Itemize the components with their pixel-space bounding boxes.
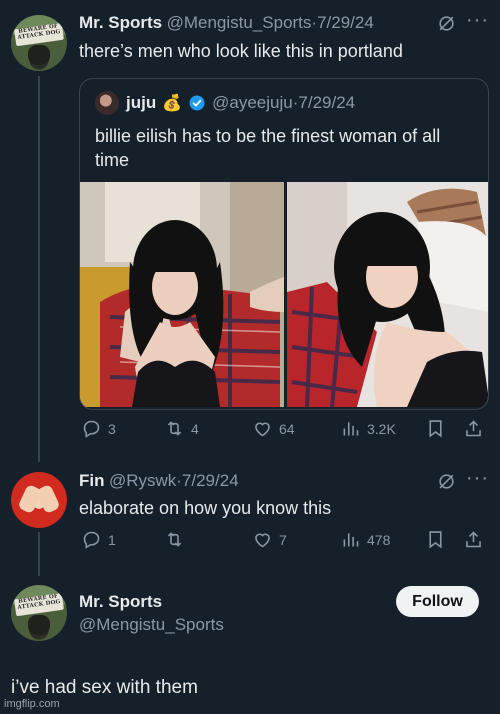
hand-shape — [35, 483, 61, 515]
dog-silhouette — [28, 615, 50, 635]
repost-button[interactable] — [164, 529, 191, 550]
quote-photo-2[interactable] — [287, 182, 488, 407]
quote-text-line2: time — [95, 150, 130, 170]
share-button[interactable] — [463, 418, 484, 439]
more-icon[interactable]: ··· — [466, 9, 489, 32]
grok-icon[interactable] — [437, 472, 456, 491]
verified-badge-icon — [189, 95, 205, 111]
repost-icon — [167, 421, 182, 436]
quoted-tweet[interactable]: juju 💰 @ayeejuju·7/29/24 billie eilish h… — [79, 78, 489, 410]
analytics-icon — [343, 533, 359, 547]
reply-count: 3 — [108, 420, 116, 437]
quote-text-line1: billie eilish has to be the finest woman… — [95, 126, 441, 146]
bookmark-icon — [429, 420, 442, 438]
reply-icon — [83, 420, 100, 438]
more-icon[interactable]: ··· — [466, 467, 489, 490]
view-count: 478 — [367, 531, 391, 548]
follow-button[interactable]: Follow — [396, 586, 479, 617]
tweet-text: there’s men who look like this in portla… — [79, 41, 403, 61]
watermark: imgflip.com — [4, 698, 60, 710]
dog-silhouette — [28, 45, 50, 65]
thread-line — [38, 532, 40, 576]
display-name: juju — [126, 93, 157, 112]
user-handle[interactable]: @Ryswk — [109, 471, 176, 490]
like-button[interactable]: 7 — [252, 529, 287, 550]
like-button[interactable]: 64 — [252, 418, 295, 439]
bookmark-icon — [429, 531, 442, 549]
user-handle[interactable]: @Mengistu_Sports — [79, 615, 224, 635]
user-handle[interactable]: @Mengistu_Sports — [167, 13, 312, 32]
bookmark-button[interactable] — [425, 418, 446, 439]
share-icon — [466, 420, 481, 437]
reply-count: 1 — [108, 531, 116, 548]
display-name[interactable]: Mr. Sports — [79, 592, 162, 612]
heart-icon — [255, 533, 270, 548]
beware-sign: BEWARE OF ATTACK DOG — [14, 22, 64, 47]
tweet-date: ·7/29/24 — [292, 93, 356, 112]
quote-photo-1[interactable] — [80, 182, 284, 407]
beware-sign: BEWARE OF ATTACK DOG — [14, 592, 64, 617]
heart-icon — [255, 422, 270, 437]
tweet-text: elaborate on how you know this — [79, 498, 332, 518]
views-button[interactable]: 3.2K — [340, 418, 396, 439]
avatar[interactable]: BEWARE OF ATTACK DOG — [11, 585, 67, 641]
tweet-header: Fin @Ryswk·7/29/24 — [79, 471, 239, 491]
share-button[interactable] — [463, 529, 484, 550]
repost-icon — [167, 532, 182, 547]
tweet-text: i’ve had sex with them — [11, 677, 198, 698]
reply-icon — [83, 531, 100, 549]
display-name[interactable]: Fin — [79, 471, 105, 490]
share-icon — [466, 531, 481, 548]
avatar[interactable] — [11, 472, 67, 528]
views-button[interactable]: 478 — [340, 529, 390, 550]
quote-avatar — [95, 91, 119, 115]
thread-line — [38, 76, 40, 462]
tweet-date[interactable]: ·7/29/24 — [176, 471, 238, 490]
user-handle: @ayeejuju — [212, 93, 293, 112]
repost-count: 4 — [191, 420, 199, 437]
avatar[interactable]: BEWARE OF ATTACK DOG — [11, 15, 67, 71]
reply-button[interactable]: 3 — [81, 418, 116, 439]
grok-icon[interactable] — [437, 14, 456, 33]
quote-header: juju 💰 @ayeejuju·7/29/24 — [126, 93, 355, 113]
tweet-header: Mr. Sports @Mengistu_Sports·7/29/24 — [79, 13, 374, 33]
bookmark-button[interactable] — [425, 529, 446, 550]
money-bag-icon: 💰 — [162, 95, 183, 112]
analytics-icon — [343, 422, 359, 436]
tweet-date[interactable]: ·7/29/24 — [311, 13, 373, 32]
view-count: 3.2K — [367, 420, 396, 437]
reply-button[interactable]: 1 — [81, 529, 116, 550]
repost-button[interactable]: 4 — [164, 418, 199, 439]
like-count: 7 — [279, 531, 287, 548]
like-count: 64 — [279, 420, 295, 437]
display-name[interactable]: Mr. Sports — [79, 13, 162, 32]
